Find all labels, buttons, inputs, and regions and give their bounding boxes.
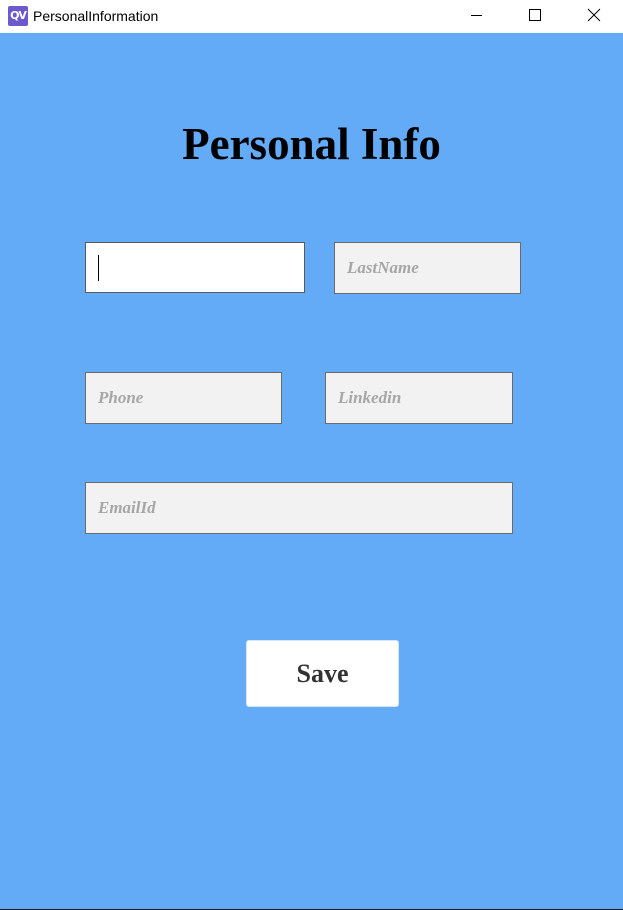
app-window: QV PersonalInformation Personal Info Sav… <box>0 0 623 910</box>
close-button[interactable] <box>564 0 622 33</box>
last-name-input[interactable] <box>334 242 521 294</box>
save-button[interactable]: Save <box>246 640 399 707</box>
page-title: Personal Info <box>182 119 441 169</box>
maximize-icon <box>529 9 541 21</box>
minimize-icon <box>471 15 482 16</box>
close-icon <box>587 8 601 22</box>
title-bar[interactable]: QV PersonalInformation <box>0 0 623 33</box>
qt-logo-icon: QV <box>8 6 28 26</box>
maximize-button[interactable] <box>505 0 563 33</box>
linkedin-input[interactable] <box>325 372 513 424</box>
window-title: PersonalInformation <box>33 8 159 24</box>
text-cursor <box>98 255 99 281</box>
first-name-input[interactable] <box>85 242 305 293</box>
phone-input[interactable] <box>85 372 282 424</box>
email-input[interactable] <box>85 482 513 534</box>
minimize-button[interactable] <box>447 0 505 33</box>
